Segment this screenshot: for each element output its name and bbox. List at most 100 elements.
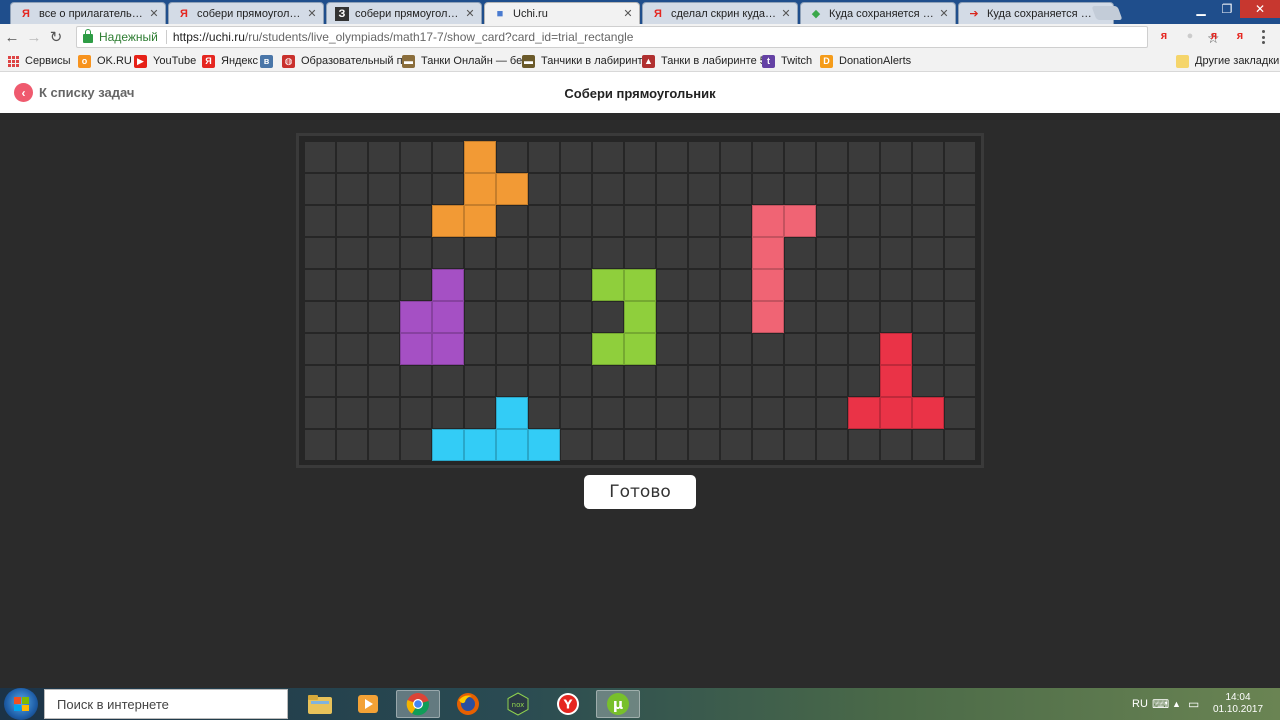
board-cell <box>881 238 911 268</box>
board-cell <box>337 174 367 204</box>
other-bookmarks[interactable]: Другие закладки <box>1176 53 1279 69</box>
bookmark-item[interactable]: о OK.RU <box>78 53 132 69</box>
red-piece-block[interactable] <box>912 397 944 429</box>
bookmark-item[interactable]: ▲ Танки в лабиринте 5 <box>642 53 766 69</box>
yandex-extension-icon[interactable]: я <box>1156 28 1172 44</box>
pink-piece-block[interactable] <box>752 237 784 269</box>
green-piece-block[interactable] <box>592 269 624 301</box>
cyan-piece-block[interactable] <box>432 429 464 461</box>
new-tab-button[interactable] <box>1091 6 1123 20</box>
orange-piece-block[interactable] <box>432 205 464 237</box>
bookmark-item[interactable]: ◍ Образовательный п <box>282 53 403 69</box>
red-piece-block[interactable] <box>880 397 912 429</box>
yandex-extension-icon[interactable]: я <box>1206 28 1222 44</box>
board-cell <box>721 398 751 428</box>
board-cell <box>369 302 399 332</box>
window-close-icon[interactable]: ✕ <box>1240 0 1280 18</box>
purple-piece-block[interactable] <box>432 301 464 333</box>
green-piece-block[interactable] <box>624 301 656 333</box>
browser-tab[interactable]: Ясделал скрин куда сохр ✕ <box>642 2 798 24</box>
green-piece-block[interactable] <box>624 269 656 301</box>
orange-piece-block[interactable] <box>496 173 528 205</box>
yandex-extension-icon[interactable]: я <box>1232 28 1248 44</box>
orange-piece-block[interactable] <box>464 173 496 205</box>
purple-piece-block[interactable] <box>432 269 464 301</box>
firefox-icon[interactable] <box>446 690 490 718</box>
language-indicator[interactable]: RU <box>1132 688 1148 720</box>
page-header: ‹ К списку задач Собери прямоугольник <box>0 72 1280 113</box>
pink-piece-block[interactable] <box>784 205 816 237</box>
taskbar-search-input[interactable]: Поиск в интернете <box>44 689 288 719</box>
system-clock[interactable]: 14:04 01.10.2017 <box>1210 692 1266 716</box>
browser-tab[interactable]: ■ Uchi.ru ✕ <box>484 2 640 24</box>
pink-piece-block[interactable] <box>752 205 784 237</box>
green-piece-block[interactable] <box>592 333 624 365</box>
red-piece-block[interactable] <box>880 333 912 365</box>
browser-tab[interactable]: ◆ Куда сохраняется скри ✕ <box>800 2 956 24</box>
cyan-piece-block[interactable] <box>496 429 528 461</box>
tray-expand-icon[interactable]: ▲ <box>1172 688 1181 720</box>
purple-piece-block[interactable] <box>432 333 464 365</box>
board-cell <box>401 142 431 172</box>
orange-piece-block[interactable] <box>464 205 496 237</box>
nox-icon[interactable]: nox <box>496 690 540 718</box>
bookmark-item[interactable]: в <box>260 53 279 69</box>
yandex-browser-icon[interactable]: Y <box>546 690 590 718</box>
done-button[interactable]: Готово <box>584 475 696 509</box>
board-cell <box>817 366 847 396</box>
browser-tab[interactable]: Ясобери прямоугольник ✕ <box>168 2 324 24</box>
bookmark-item[interactable]: t Twitch <box>762 53 812 69</box>
bookmark-item[interactable]: Я Яндекс <box>202 53 258 69</box>
purple-piece-block[interactable] <box>400 333 432 365</box>
media-player-icon[interactable] <box>346 690 390 718</box>
browser-tab[interactable]: ➔Куда сохраняется Print✕ <box>958 2 1114 24</box>
network-icon[interactable]: ▭ <box>1188 688 1199 720</box>
address-bar[interactable]: Надежный https://uchi.ru/ru/students/liv… <box>76 26 1220 48</box>
green-piece-block[interactable] <box>624 333 656 365</box>
svg-text:Y: Y <box>563 698 573 712</box>
orange-piece-block[interactable] <box>464 141 496 173</box>
tab-close-icon[interactable]: ✕ <box>939 7 949 20</box>
tab-close-icon[interactable]: ✕ <box>465 7 475 20</box>
back-arrow-icon[interactable]: ← <box>2 27 22 47</box>
board-cell <box>625 398 655 428</box>
board-cell <box>945 206 975 236</box>
board-cell <box>401 270 431 300</box>
tab-close-icon[interactable]: ✕ <box>623 7 633 20</box>
utorrent-icon[interactable]: µ <box>596 690 640 718</box>
browser-toolbar: ← → ↻ Надежный https://uchi.ru/ru/studen… <box>0 24 1280 50</box>
cyan-piece-block[interactable] <box>464 429 496 461</box>
browser-menu-icon[interactable] <box>1262 30 1266 44</box>
pink-piece-block[interactable] <box>752 269 784 301</box>
purple-piece-block[interactable] <box>400 301 432 333</box>
browser-tab[interactable]: Зсобери прямоугольник - ✕ <box>326 2 482 24</box>
cyan-piece-block[interactable] <box>496 397 528 429</box>
bookmark-item[interactable]: ▬ Танки Онлайн — бе <box>402 53 522 69</box>
bookmark-item[interactable]: ▶ YouTube <box>134 53 196 69</box>
bookmark-item[interactable]: Сервисы <box>8 53 71 69</box>
tab-close-icon[interactable]: ✕ <box>149 7 159 20</box>
reload-icon[interactable]: ↻ <box>46 27 66 47</box>
start-button[interactable] <box>4 688 38 720</box>
tab-close-icon[interactable]: ✕ <box>781 7 791 20</box>
maximize-icon[interactable]: ❐ <box>1214 0 1240 18</box>
minimize-icon[interactable]: ▁ <box>1188 0 1214 18</box>
board-cell <box>529 398 559 428</box>
forward-arrow-icon[interactable]: → <box>24 27 44 47</box>
file-explorer-icon[interactable] <box>298 690 342 718</box>
chrome-icon[interactable] <box>396 690 440 718</box>
pink-piece-block[interactable] <box>752 301 784 333</box>
browser-tab[interactable]: Явсе о прилагательном 1 ✕ <box>10 2 166 24</box>
board-cell <box>529 142 559 172</box>
tab-close-icon[interactable]: ✕ <box>307 7 317 20</box>
cyan-piece-block[interactable] <box>528 429 560 461</box>
board-cell <box>945 174 975 204</box>
extension-icon[interactable]: ● <box>1182 28 1198 44</box>
board-cell <box>401 206 431 236</box>
keyboard-icon[interactable]: ⌨ <box>1152 688 1169 720</box>
bookmark-item[interactable]: ▬ Танчики в лабиринт <box>522 53 643 69</box>
bookmark-item[interactable]: D DonationAlerts <box>820 53 911 69</box>
red-piece-block[interactable] <box>848 397 880 429</box>
board-cell <box>305 174 335 204</box>
red-piece-block[interactable] <box>880 365 912 397</box>
